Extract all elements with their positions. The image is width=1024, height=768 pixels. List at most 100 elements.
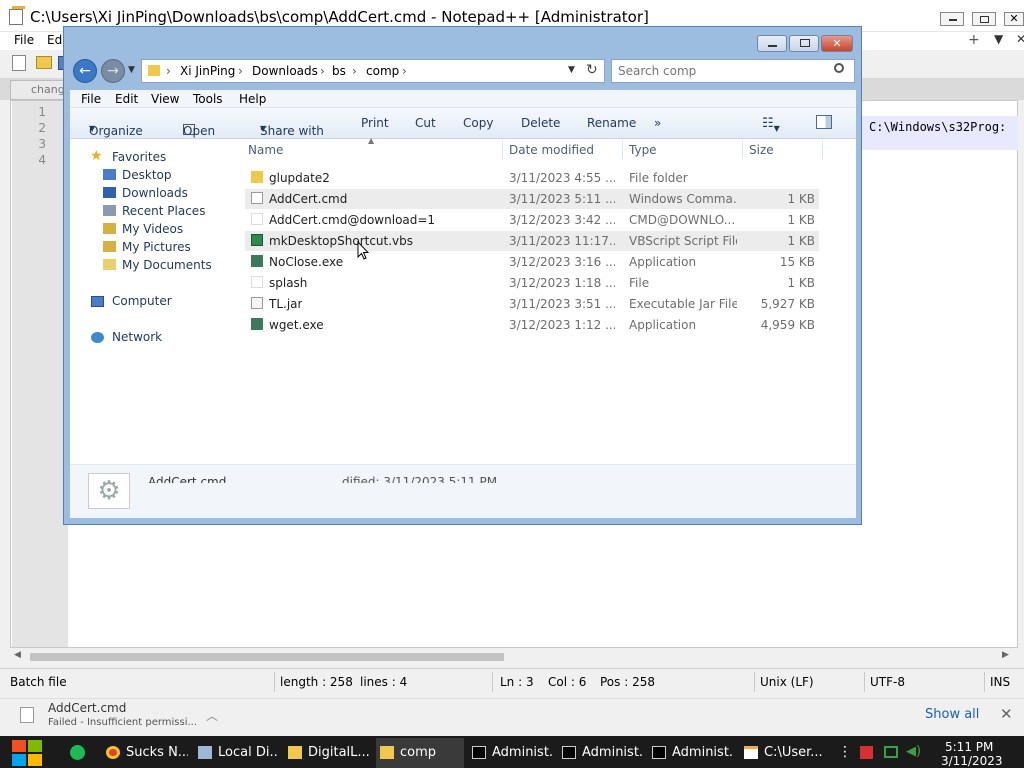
more-commands-button[interactable]: » — [654, 116, 661, 130]
taskbar-cmd-1[interactable]: Administ... — [468, 738, 554, 768]
clock-date[interactable]: 3/11/2023 — [941, 754, 1003, 768]
new-file-icon[interactable] — [12, 55, 26, 71]
breadcrumb-comp[interactable]: comp — [366, 64, 399, 78]
menu-file[interactable]: File — [81, 92, 101, 106]
address-bar[interactable]: › Xi JinPing › Downloads › bs › comp › ▼… — [141, 59, 605, 83]
file-date: 3/11/2023 4:55 ... — [509, 171, 615, 185]
menu-file[interactable]: File — [14, 33, 34, 47]
monitor-icon[interactable] — [884, 746, 898, 758]
file-type: CMD@DOWNLO... — [629, 213, 736, 227]
address-dropdown-icon[interactable]: ▼ — [568, 65, 575, 75]
search-icon[interactable] — [834, 63, 844, 73]
taskbar-notepad[interactable]: C:\User... — [740, 738, 826, 768]
code-current-line[interactable]: C:\Windows\s32Prog: — [862, 116, 1018, 150]
mouse-cursor-icon — [357, 241, 369, 260]
search-box[interactable] — [611, 59, 855, 83]
nav-recent-places[interactable]: Recent Places — [122, 204, 205, 218]
menu-help[interactable]: Help — [239, 92, 266, 106]
close-icon[interactable]: ✕ — [1000, 705, 1013, 723]
volume-icon[interactable]: ◀) — [906, 744, 921, 759]
breadcrumb-user[interactable]: Xi JinPing — [180, 64, 235, 78]
refresh-icon[interactable]: ↻ — [586, 62, 598, 78]
close-doc-icon[interactable]: ✕ — [1016, 32, 1024, 46]
preview-pane-icon[interactable] — [816, 115, 832, 129]
column-type[interactable]: Type — [629, 143, 657, 157]
forward-button[interactable]: → — [101, 59, 125, 83]
file-name: wget.exe — [269, 318, 324, 332]
dropdown-icon[interactable]: ▼ — [994, 32, 1003, 46]
file-row[interactable]: AddCert.cmd@download=1 3/12/2023 3:42 ..… — [245, 210, 819, 230]
taskbar-digital[interactable]: DigitalL... — [284, 738, 370, 768]
column-divider[interactable] — [742, 141, 743, 159]
view-options-icon[interactable]: ☷ ▼ — [762, 116, 780, 133]
details-modified: dified: 3/11/2023 5:11 PM — [342, 475, 498, 483]
start-button[interactable] — [10, 738, 44, 768]
tray-overflow-icon[interactable]: ⋮ — [838, 744, 852, 760]
file-row[interactable]: NoClose.exe 3/12/2023 3:16 ... Applicati… — [245, 252, 819, 272]
flag-icon[interactable] — [860, 746, 873, 759]
file-size: 15 KB — [779, 255, 815, 269]
menu-tools[interactable]: Tools — [193, 92, 223, 106]
chevron-up-icon[interactable]: ︿ — [206, 707, 218, 724]
chevron-down-icon[interactable]: ▼ — [128, 65, 135, 75]
taskbar-label: comp — [400, 745, 437, 760]
nav-my-documents[interactable]: My Documents — [122, 258, 212, 272]
scroll-left-icon[interactable]: ◀ — [14, 650, 21, 660]
open-file-icon[interactable] — [36, 56, 52, 69]
windows-logo-icon — [12, 740, 42, 766]
file-row[interactable]: wget.exe 3/12/2023 1:12 ... Application … — [245, 315, 819, 335]
close-button[interactable]: ✕ — [1004, 12, 1024, 26]
column-divider[interactable] — [502, 141, 503, 159]
close-button[interactable]: ✕ — [821, 35, 853, 52]
spotify-icon[interactable] — [70, 745, 85, 760]
show-all-link[interactable]: Show all — [925, 707, 979, 722]
file-row[interactable]: splash 3/12/2023 1:18 ... File 1 KB — [245, 273, 819, 293]
nav-my-pictures[interactable]: My Pictures — [122, 240, 191, 254]
menu-view[interactable]: View — [151, 92, 179, 106]
taskbar-comp[interactable]: comp — [376, 738, 464, 768]
back-button[interactable]: ← — [73, 59, 97, 83]
taskbar-cmd-2[interactable]: Administ... — [558, 738, 644, 768]
file-row[interactable]: glupdate2 3/11/2023 4:55 ... File folder — [245, 168, 819, 188]
column-divider[interactable] — [622, 141, 623, 159]
minimize-button[interactable] — [757, 35, 787, 52]
minimize-button[interactable] — [940, 12, 964, 26]
nav-favorites[interactable]: Favorites — [112, 150, 166, 164]
menu-edit[interactable]: Edit — [115, 92, 138, 106]
column-name[interactable]: Name — [248, 143, 283, 157]
file-row[interactable]: AddCert.cmd 3/11/2023 5:11 ... Windows C… — [245, 189, 819, 209]
line-number: 4 — [38, 153, 46, 167]
notepad-icon-accent — [12, 6, 25, 9]
cut-button[interactable]: Cut — [415, 116, 436, 130]
maximize-button[interactable] — [972, 12, 996, 26]
clock-time[interactable]: 5:11 PM — [945, 740, 993, 754]
breadcrumb-downloads[interactable]: Downloads — [252, 64, 318, 78]
column-divider[interactable] — [822, 141, 823, 159]
taskbar-chrome[interactable]: Sucks N... — [102, 738, 188, 768]
maximize-button[interactable] — [789, 35, 819, 52]
copy-button[interactable]: Copy — [463, 116, 493, 130]
add-icon[interactable]: + — [968, 32, 980, 48]
rename-button[interactable]: Rename — [587, 116, 636, 130]
taskbar-local-disk[interactable]: Local Di... — [194, 738, 278, 768]
file-row[interactable]: TL.jar 3/11/2023 3:51 ... Executable Jar… — [245, 294, 819, 314]
organize-label: Organize — [89, 124, 143, 138]
status-divider — [984, 672, 985, 692]
search-input[interactable] — [618, 63, 818, 79]
taskbar-cmd-3[interactable]: Administ... — [648, 738, 734, 768]
scroll-right-icon[interactable]: ▶ — [1002, 650, 1009, 660]
delete-button[interactable]: Delete — [521, 116, 560, 130]
scrollbar-thumb[interactable] — [30, 653, 504, 661]
details-filename: AddCert.cmd — [148, 475, 227, 483]
download-filename[interactable]: AddCert.cmd — [48, 701, 126, 715]
nav-my-videos[interactable]: My Videos — [122, 222, 183, 236]
column-size[interactable]: Size — [749, 143, 774, 157]
breadcrumb-bs[interactable]: bs — [332, 64, 346, 78]
nav-network[interactable]: Network — [112, 330, 162, 344]
column-date-modified[interactable]: Date modified — [509, 143, 594, 157]
file-row[interactable]: mkDesktopShortcut.vbs 3/11/2023 11:17...… — [245, 231, 819, 251]
nav-downloads[interactable]: Downloads — [122, 186, 188, 200]
nav-desktop[interactable]: Desktop — [122, 168, 172, 182]
print-button[interactable]: Print — [361, 116, 389, 130]
nav-computer[interactable]: Computer — [112, 294, 172, 308]
